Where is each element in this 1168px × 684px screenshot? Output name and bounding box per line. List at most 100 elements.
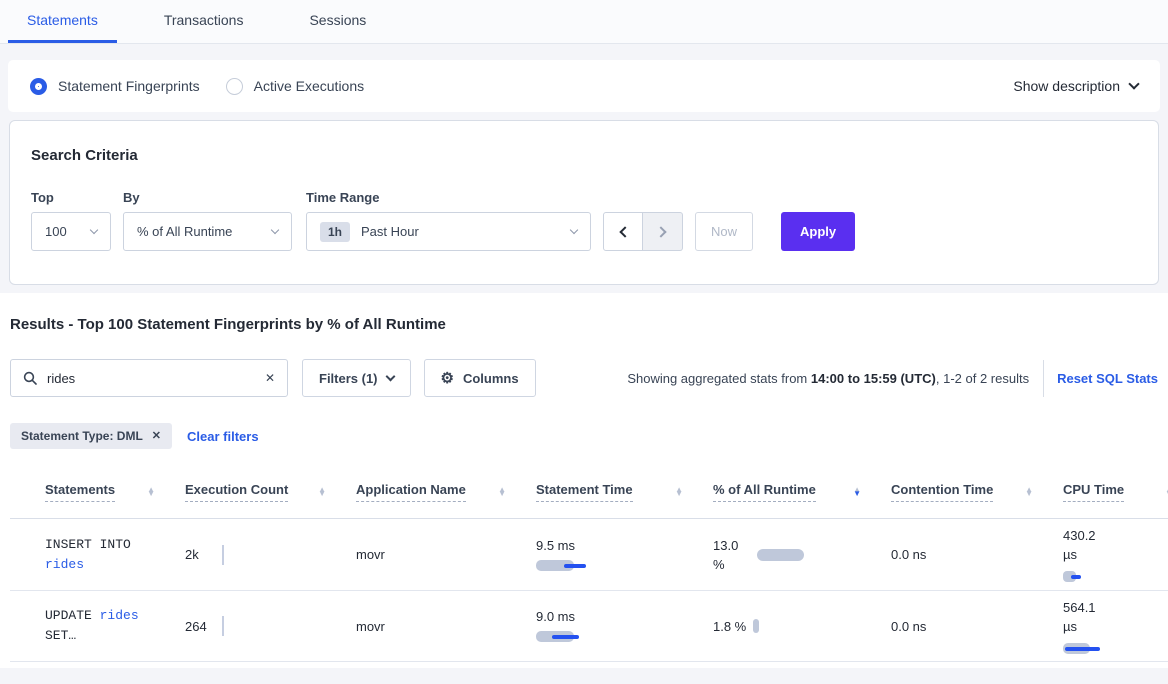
pct-runtime-cell: 13.0 %: [713, 519, 891, 590]
radio-unselected-icon: [226, 78, 243, 95]
application-name-cell: movr: [356, 519, 536, 590]
now-button[interactable]: Now: [695, 212, 753, 251]
execution-count-value: 264: [185, 619, 222, 634]
results-heading: Results - Top 100 Statement Fingerprints…: [10, 293, 1158, 333]
results-controls-row: ✕ Filters (1) ⚙ Columns Showing aggregat…: [10, 359, 1158, 397]
statement-time-bar: [536, 631, 596, 643]
statement-text: SET…: [45, 628, 76, 643]
previous-time-button[interactable]: [603, 212, 643, 251]
cpu-time-bar: [1063, 643, 1123, 655]
by-field: By % of All Runtime: [123, 190, 306, 251]
stats-note-suffix: , 1-2 of 2 results: [936, 371, 1029, 386]
show-description-toggle[interactable]: Show description: [1013, 78, 1138, 94]
by-select[interactable]: % of All Runtime: [123, 212, 292, 251]
statement-time-bar: [536, 560, 596, 572]
column-header-execution-count[interactable]: Execution Count ▲▼: [185, 466, 356, 518]
by-select-value: % of All Runtime: [137, 224, 272, 239]
column-header-pct-of-all-runtime[interactable]: % of All Runtime ▲▼: [713, 466, 891, 518]
by-label: By: [123, 190, 306, 205]
table-header-row: Statements ▲▼ Execution Count ▲▼ Applica…: [10, 466, 1168, 519]
cpu-time-cell: 430.2 µs: [1063, 519, 1168, 590]
search-criteria-form: Top 100 By % of All Runtime Time Range 1…: [31, 190, 1137, 251]
filter-chip-statement-type[interactable]: Statement Type: DML ✕: [10, 423, 172, 449]
columns-button[interactable]: ⚙ Columns: [424, 359, 536, 397]
pct-runtime-cell: 1.8 %: [713, 591, 891, 661]
application-name-cell: movr: [356, 591, 536, 661]
time-range-label: Time Range: [306, 190, 603, 205]
top-select[interactable]: 100: [31, 212, 111, 251]
radio-active-executions-label: Active Executions: [254, 78, 365, 94]
radio-statement-fingerprints[interactable]: Statement Fingerprints: [30, 78, 200, 95]
clear-filters-link[interactable]: Clear filters: [187, 429, 259, 444]
execution-count-bar: [222, 616, 224, 636]
statement-text: UPDATE: [45, 608, 100, 623]
column-label: Execution Count: [185, 482, 288, 502]
statement-text: INSERT INTO: [45, 537, 131, 552]
column-header-statement-time[interactable]: Statement Time ▲▼: [536, 466, 713, 518]
radio-active-executions[interactable]: Active Executions: [226, 78, 365, 95]
statement-cell: UPDATE rides SET…: [10, 591, 185, 661]
vertical-divider: [1043, 360, 1044, 397]
table-row: INSERT INTO rides 2k movr 9.5 ms 13.0 %: [10, 519, 1168, 591]
pct-runtime-bar: [757, 549, 804, 561]
column-header-contention-time[interactable]: Contention Time ▲▼: [891, 466, 1063, 518]
contention-time-value: 0.0 ns: [891, 619, 926, 634]
sort-icon[interactable]: ▲▼: [675, 488, 683, 497]
column-label: % of All Runtime: [713, 482, 816, 502]
contention-time-cell: 0.0 ns: [891, 591, 1063, 661]
columns-button-label: Columns: [463, 371, 519, 386]
time-range-badge: 1h: [320, 222, 350, 242]
table-row: UPDATE rides SET… 264 movr 9.0 ms 1.8 %: [10, 591, 1168, 662]
statement-link[interactable]: rides: [45, 557, 84, 572]
chevron-down-icon: [570, 226, 578, 234]
column-header-statements[interactable]: Statements ▲▼: [10, 466, 185, 518]
results-section: Results - Top 100 Statement Fingerprints…: [0, 293, 1168, 668]
cpu-time-value: 430.2 µs: [1063, 526, 1105, 564]
reset-sql-stats-link[interactable]: Reset SQL Stats: [1057, 371, 1158, 386]
gear-icon: ⚙: [441, 371, 454, 386]
cpu-time-bar: [1063, 571, 1123, 583]
sort-icon-active-desc[interactable]: ▲▼: [853, 488, 861, 497]
column-header-cpu-time[interactable]: CPU Time ▲▼: [1063, 466, 1168, 518]
sort-icon[interactable]: ▲▼: [318, 488, 326, 497]
execution-count-cell: 264: [185, 591, 356, 661]
apply-button[interactable]: Apply: [781, 212, 855, 251]
stats-note-prefix: Showing aggregated stats from: [627, 371, 811, 386]
tab-sessions-label: Sessions: [309, 12, 366, 28]
search-input[interactable]: [47, 371, 255, 386]
contention-time-value: 0.0 ns: [891, 547, 926, 562]
top-label: Top: [31, 190, 123, 205]
search-icon: [23, 371, 37, 385]
radio-statement-fingerprints-label: Statement Fingerprints: [58, 78, 200, 94]
tab-sessions[interactable]: Sessions: [290, 0, 385, 43]
sort-icon[interactable]: ▲▼: [1025, 488, 1033, 497]
statement-link[interactable]: rides: [100, 608, 139, 623]
statement-cell: INSERT INTO rides: [10, 519, 185, 590]
sort-icon[interactable]: ▲▼: [498, 488, 506, 497]
remove-filter-icon[interactable]: ✕: [152, 431, 161, 442]
clear-search-icon[interactable]: ✕: [265, 372, 275, 384]
time-range-select[interactable]: 1h Past Hour: [306, 212, 591, 251]
application-name-value: movr: [356, 619, 385, 634]
statement-time-cell: 9.5 ms: [536, 519, 713, 590]
tab-statements[interactable]: Statements: [8, 0, 117, 43]
aggregated-stats-note: Showing aggregated stats from 14:00 to 1…: [627, 371, 1029, 386]
statement-search-box: ✕: [10, 359, 288, 397]
chevron-left-icon: [619, 226, 630, 237]
column-label: Statements: [45, 482, 115, 502]
tab-transactions[interactable]: Transactions: [145, 0, 263, 43]
sort-icon[interactable]: ▲▼: [147, 488, 155, 497]
pct-runtime-value: 13.0 %: [713, 536, 753, 574]
cpu-time-cell: 564.1 µs: [1063, 591, 1168, 661]
filter-chip-label: Statement Type: DML: [21, 429, 143, 443]
execution-count-bar: [222, 545, 224, 565]
pct-runtime-value: 1.8 %: [713, 617, 749, 636]
column-header-application-name[interactable]: Application Name ▲▼: [356, 466, 536, 518]
show-description-label: Show description: [1013, 78, 1120, 94]
statements-table: Statements ▲▼ Execution Count ▲▼ Applica…: [10, 466, 1168, 662]
filters-button[interactable]: Filters (1): [302, 359, 411, 397]
next-time-button[interactable]: [643, 212, 683, 251]
execution-count-value: 2k: [185, 547, 222, 562]
view-toggle-bar: Statement Fingerprints Active Executions…: [8, 60, 1160, 112]
page-tabs: Statements Transactions Sessions: [0, 0, 1168, 44]
